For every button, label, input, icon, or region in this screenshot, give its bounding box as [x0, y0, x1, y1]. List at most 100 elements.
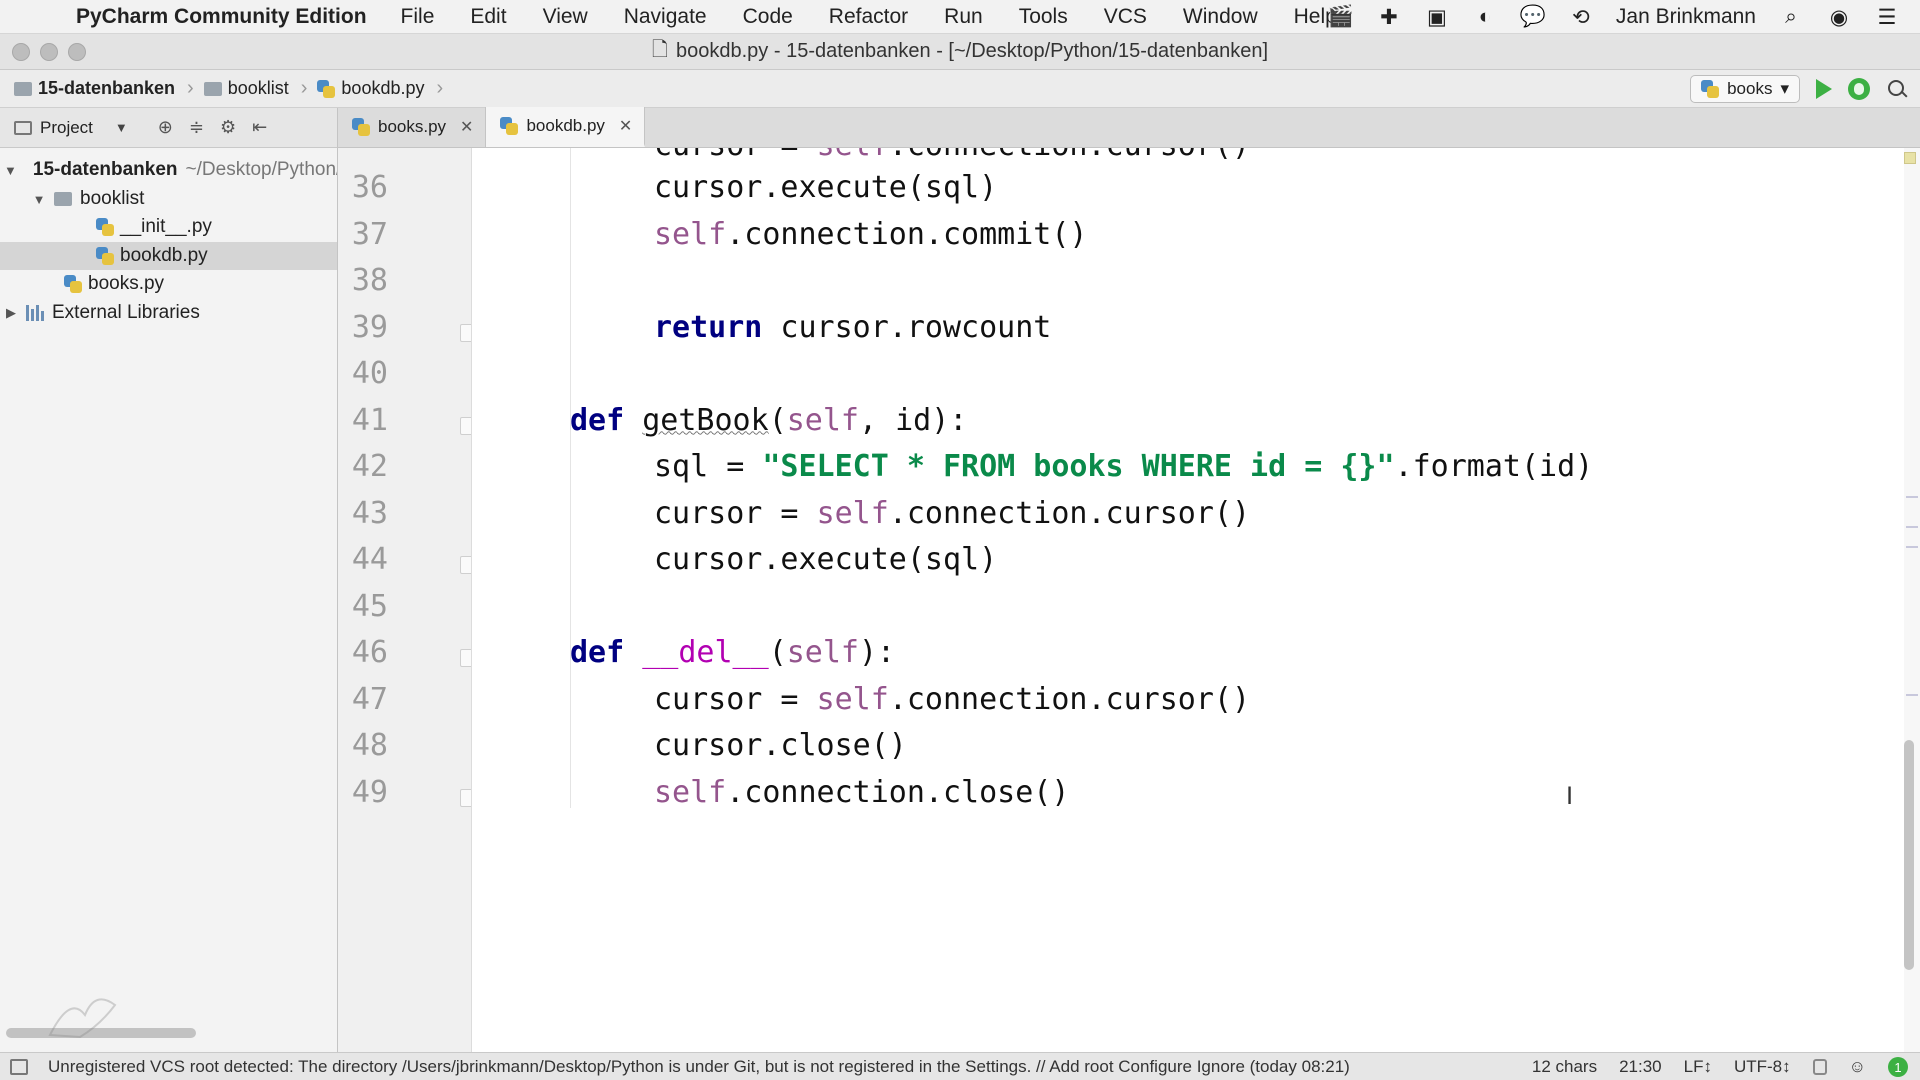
fold-marker-icon[interactable]: [460, 323, 471, 342]
tool-windows-icon[interactable]: [10, 1058, 28, 1075]
line-separator[interactable]: LF↕: [1684, 1057, 1712, 1077]
tree-item-project-root[interactable]: ▼ 15-datenbanken ~/Desktop/Python/15-dat…: [0, 156, 337, 184]
menu-edit[interactable]: Edit: [452, 5, 524, 29]
hector-icon[interactable]: ☺: [1849, 1057, 1866, 1077]
code-line[interactable]: cursor.close(): [654, 728, 907, 763]
siri-icon[interactable]: ◉: [1826, 4, 1852, 30]
close-icon[interactable]: ✕: [460, 117, 473, 137]
tree-item-bookdb-py[interactable]: bookdb.py: [0, 242, 337, 270]
code-line[interactable]: cursor.execute(sql): [654, 170, 997, 205]
collapse-all-icon[interactable]: ≑: [189, 117, 204, 138]
expand-arrow-icon[interactable]: ▼: [4, 163, 17, 178]
project-tree: ▼ 15-datenbanken ~/Desktop/Python/15-dat…: [0, 148, 338, 1052]
camera-icon[interactable]: ▣: [1424, 4, 1450, 30]
code-line[interactable]: cursor = self.connection.cursor(): [654, 496, 1250, 531]
menu-run[interactable]: Run: [926, 5, 1001, 29]
menu-window[interactable]: Window: [1165, 5, 1276, 29]
chat-icon[interactable]: 💬: [1520, 4, 1546, 30]
expand-arrow-icon[interactable]: ▼: [32, 192, 46, 207]
tab-books-py[interactable]: books.py ✕: [338, 107, 487, 147]
debug-button[interactable]: [1848, 78, 1870, 100]
tree-item-path-hint: ~/Desktop/Python/15-datenbanken: [185, 159, 337, 180]
menu-refactor[interactable]: Refactor: [811, 5, 926, 29]
lock-icon[interactable]: [1812, 1059, 1827, 1075]
status-message[interactable]: Unregistered VCS root detected: The dire…: [48, 1057, 1350, 1077]
screen-recorder-icon[interactable]: 🎬: [1328, 4, 1354, 30]
fold-marker-icon[interactable]: [460, 788, 471, 807]
tab-bookdb-py[interactable]: bookdb.py ✕: [486, 107, 646, 147]
feather-icon[interactable]: ◐: [1472, 4, 1498, 30]
expand-arrow-icon[interactable]: ▶: [4, 305, 18, 321]
line-number: 46: [351, 635, 388, 670]
close-window-button[interactable]: [12, 43, 30, 61]
python-file-icon: [64, 275, 82, 293]
breadcrumb-package[interactable]: booklist: [228, 78, 289, 99]
menu-vcs[interactable]: VCS: [1086, 5, 1165, 29]
vertical-scrollbar-thumb[interactable]: [1904, 740, 1914, 970]
breadcrumb-project[interactable]: 15-datenbanken: [38, 78, 175, 99]
breadcrumb-file[interactable]: bookdb.py: [341, 78, 424, 99]
stripe-marker[interactable]: [1906, 496, 1918, 498]
run-button[interactable]: [1816, 79, 1832, 99]
close-icon[interactable]: ✕: [619, 116, 632, 136]
file-encoding[interactable]: UTF-8↕: [1734, 1057, 1791, 1077]
chevron-right-icon: ›: [300, 77, 308, 99]
menu-tools[interactable]: Tools: [1001, 5, 1086, 29]
plus-extension-icon[interactable]: ✚: [1376, 4, 1402, 30]
app-menu[interactable]: PyCharm Community Edition: [76, 5, 367, 29]
time-machine-icon[interactable]: ⟲: [1568, 4, 1594, 30]
python-file-icon: [96, 218, 114, 236]
line-number: 49: [351, 774, 388, 810]
code-line[interactable]: def getBook(self, id):: [570, 403, 967, 438]
fold-marker-icon[interactable]: [460, 556, 471, 574]
scroll-from-source-icon[interactable]: ⊕: [158, 117, 173, 138]
hide-pane-icon[interactable]: ⇤: [252, 117, 267, 138]
code-line[interactable]: cursor.execute(sql): [654, 542, 997, 577]
line-number: 44: [351, 542, 388, 577]
project-view-label[interactable]: Project: [40, 118, 93, 138]
code-line[interactable]: return cursor.rowcount: [654, 310, 1051, 345]
stripe-marker[interactable]: [1906, 526, 1918, 528]
tree-item-books-py[interactable]: books.py: [0, 270, 337, 298]
code-line[interactable]: cursor = self.connection.cursor(): [654, 682, 1250, 717]
tree-item-external-libraries[interactable]: ▶ External Libraries: [0, 299, 337, 327]
user-name[interactable]: Jan Brinkmann: [1616, 5, 1756, 29]
minimize-window-button[interactable]: [40, 43, 58, 61]
tab-label: books.py: [378, 117, 447, 136]
editor-tabs: books.py ✕ bookdb.py ✕: [338, 107, 1920, 148]
code-line[interactable]: self.connection.commit(): [654, 217, 1087, 252]
zoom-window-button[interactable]: [68, 43, 86, 61]
run-configuration-select[interactable]: books ▾: [1690, 75, 1800, 103]
gear-icon[interactable]: ⚙: [220, 117, 236, 138]
code-line[interactable]: def __del__(self):: [570, 635, 895, 670]
tree-item-init-py[interactable]: __init__.py: [0, 213, 337, 241]
tree-item-booklist[interactable]: ▼ booklist: [0, 185, 337, 213]
window-title: 🗋 bookdb.py - 15-datenbanken - [~/Deskto…: [652, 35, 1268, 69]
search-everywhere-icon[interactable]: [1886, 78, 1908, 100]
menu-view[interactable]: View: [525, 5, 606, 29]
chevron-down-icon[interactable]: ▼: [115, 120, 128, 135]
line-number: 39: [351, 309, 388, 345]
macos-menu-bar: PyCharm Community Edition File Edit View…: [0, 0, 1920, 34]
code-line-partial[interactable]: cursor = self.connection.cursor(): [654, 148, 1250, 163]
window-controls: [12, 43, 86, 61]
window-title-text: bookdb.py - 15-datenbanken - [~/Desktop/…: [676, 40, 1269, 62]
event-log-badge[interactable]: 1: [1888, 1057, 1908, 1077]
code-line[interactable]: self.connection.close(): [654, 775, 1069, 810]
code-editor[interactable]: I cursor = self.connection.cursor() curso…: [472, 148, 1920, 1052]
code-line[interactable]: sql = "SELECT * FROM books WHERE id = {}…: [654, 449, 1593, 484]
tree-item-label: booklist: [80, 188, 145, 209]
stripe-marker[interactable]: [1906, 546, 1918, 548]
spotlight-search-icon[interactable]: ⌕: [1778, 4, 1804, 30]
line-number: 43: [351, 495, 388, 531]
stripe-marker[interactable]: [1906, 694, 1918, 696]
fold-marker-icon[interactable]: [460, 649, 471, 667]
menu-navigate[interactable]: Navigate: [606, 5, 725, 29]
caret-position[interactable]: 21:30: [1619, 1057, 1662, 1077]
notification-center-icon[interactable]: ☰: [1874, 4, 1900, 30]
menu-code[interactable]: Code: [725, 5, 811, 29]
fold-marker-icon[interactable]: [460, 416, 471, 435]
menu-file[interactable]: File: [383, 5, 453, 29]
inspection-status-icon[interactable]: [1904, 152, 1916, 164]
status-bar: Unregistered VCS root detected: The dire…: [0, 1052, 1920, 1080]
